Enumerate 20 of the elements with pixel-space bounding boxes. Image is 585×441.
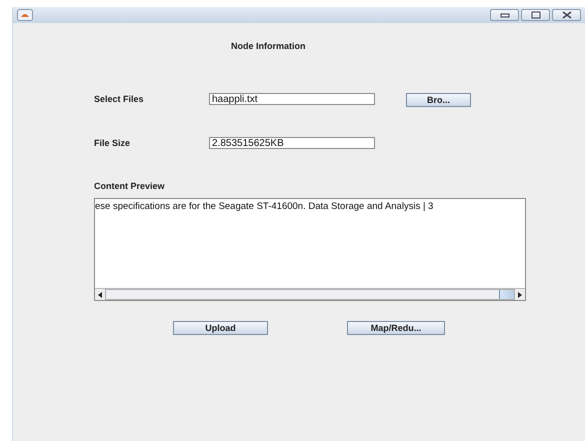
- close-icon: [562, 11, 572, 19]
- upload-button[interactable]: Upload: [173, 321, 268, 335]
- minimize-button[interactable]: [490, 9, 519, 21]
- file-size-label: File Size: [94, 138, 132, 148]
- map-reduce-button[interactable]: Map/Redu...: [347, 321, 445, 335]
- file-name-field[interactable]: haappli.txt: [209, 93, 375, 105]
- minimize-icon: [500, 12, 510, 18]
- browse-button[interactable]: Bro...: [406, 93, 471, 107]
- maximize-button[interactable]: [521, 9, 550, 21]
- scroll-thumb[interactable]: [499, 290, 514, 299]
- maximize-icon: [530, 11, 540, 19]
- close-button[interactable]: [552, 9, 581, 21]
- file-size-field[interactable]: 2.853515625KB: [209, 137, 375, 149]
- window-title: Node Information: [231, 41, 306, 51]
- app-icon: [17, 9, 33, 21]
- select-files-label: Select Files: [94, 94, 145, 104]
- content-preview-label: Content Preview: [94, 181, 165, 191]
- content-preview-area[interactable]: ese specifications are for the Seagate ST-41600n. Data Storage and Analysis | 3: [94, 198, 526, 301]
- preview-text: ese specifications are for the Seagate ST-41600n. Data Storage and Analysis | 3: [95, 201, 434, 212]
- horizontal-scrollbar[interactable]: [95, 288, 525, 300]
